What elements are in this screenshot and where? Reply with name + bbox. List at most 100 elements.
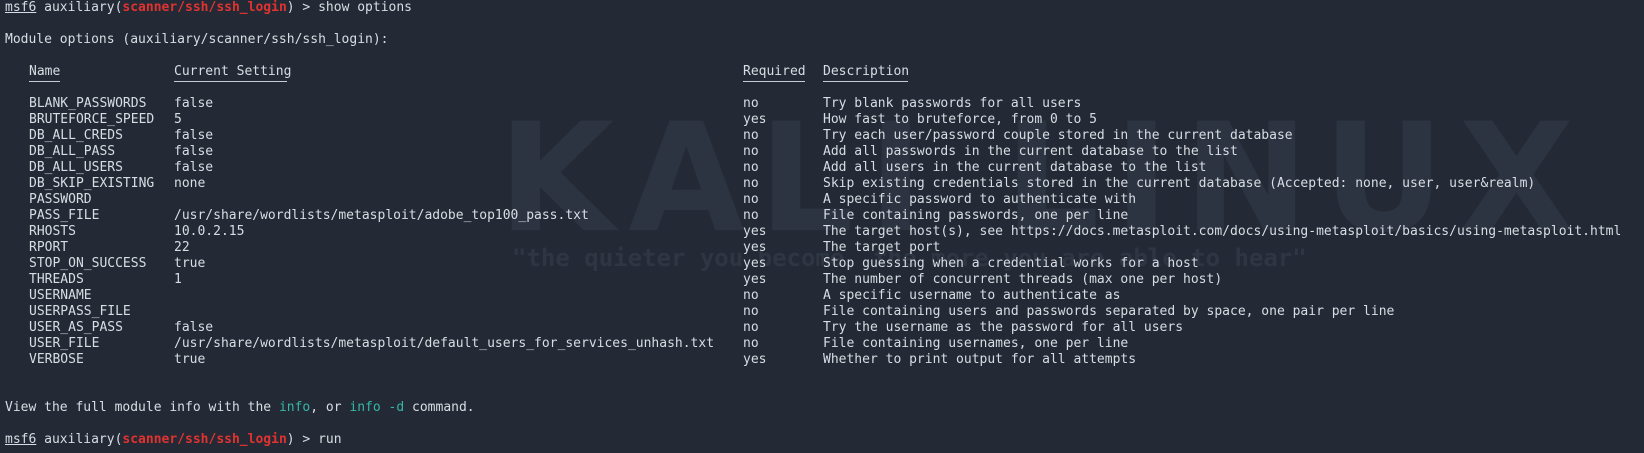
option-description: A specific username to authenticate as <box>823 288 1121 303</box>
option-description: How fast to bruteforce, from 0 to 5 <box>823 112 1097 127</box>
option-current-setting: false <box>174 160 214 175</box>
option-current-setting: /usr/share/wordlists/metasploit/adobe_to… <box>174 208 589 223</box>
option-required: no <box>743 176 759 191</box>
command-input[interactable]: run <box>318 432 341 447</box>
option-name: PASS_FILE <box>29 208 100 223</box>
option-row: STOP_ON_SUCCESS true yes Stop guessing when… <box>29 256 1621 272</box>
option-required: no <box>743 160 759 175</box>
option-name: DB_ALL_USERS <box>29 160 123 175</box>
option-current-setting <box>174 288 743 304</box>
option-description: Skip existing credentials stored in the … <box>823 176 1536 191</box>
header-underline-current <box>174 80 743 96</box>
option-description: Try the username as the password for all… <box>823 320 1184 335</box>
option-current-setting: /usr/share/wordlists/metasploit/default_… <box>174 336 715 351</box>
option-current-setting: false <box>174 320 214 335</box>
module-options-title: Module options (auxiliary/scanner/ssh/ss… <box>5 32 389 47</box>
prompt-suffix: ) > <box>286 432 319 447</box>
option-required: no <box>743 192 759 207</box>
option-name: THREADS <box>29 272 84 287</box>
option-description: A specific password to authenticate with <box>823 192 1137 207</box>
option-current-setting: 22 <box>174 240 190 255</box>
option-name: RHOSTS <box>29 224 76 239</box>
option-required: no <box>743 144 759 159</box>
command-text: show options <box>318 0 413 15</box>
option-row: USER_FILE/usr/share/wordlists/metasploit… <box>29 336 1621 352</box>
option-current-setting: true <box>174 256 206 271</box>
option-required: no <box>743 128 759 143</box>
option-required: no <box>743 320 759 335</box>
option-name: DB_SKIP_EXISTING <box>29 176 155 191</box>
option-name: USERNAME <box>29 288 92 303</box>
option-name: DB_ALL_PASS <box>29 144 116 159</box>
footer-info-line: View the full module info with the info,… <box>5 400 1644 416</box>
option-current-setting: 10.0.2.15 <box>174 224 245 239</box>
option-name: USERPASS_FILE <box>29 304 131 319</box>
option-description: The number of concurrent threads (max on… <box>823 272 1223 287</box>
option-name: DB_ALL_CREDS <box>29 128 123 143</box>
option-required: no <box>743 288 759 303</box>
option-description: Stop guessing when a credential works fo… <box>823 256 1199 271</box>
option-description: Add all users in the current database to… <box>823 160 1207 175</box>
option-description: Try each user/password couple stored in … <box>823 128 1293 143</box>
option-row: BLANK_PASSWORDS false no Try blank password… <box>29 96 1621 112</box>
option-required: no <box>743 304 759 319</box>
info-command-link: info <box>278 400 311 415</box>
option-required: yes <box>743 224 767 239</box>
option-required: yes <box>743 352 767 367</box>
header-description: Description <box>823 64 910 79</box>
prompt-msf: msf6 <box>5 0 37 15</box>
info-d-command-link: info -d <box>349 400 405 415</box>
option-name: BRUTEFORCE_SPEED <box>29 112 155 127</box>
header-underline-description <box>823 80 1621 96</box>
option-current-setting: 1 <box>174 272 182 287</box>
option-row: DB_ALL_PASS false no Add all passwords in t… <box>29 144 1621 160</box>
option-name: VERBOSE <box>29 352 84 367</box>
option-row: PASSWORD no A specific password to authent… <box>29 192 1621 208</box>
option-description: Whether to print output for all attempts <box>823 352 1137 367</box>
prompt-module: scanner/ssh/ssh_login <box>122 432 287 447</box>
footer-text-2: , or <box>310 400 350 415</box>
option-row: VERBOSE true yes Whether to print output fo… <box>29 352 1621 368</box>
option-required: yes <box>743 240 767 255</box>
option-description: File containing usernames, one per line <box>823 336 1129 351</box>
prompt-line-run[interactable]: msf6 auxiliary(scanner/ssh/ssh_login) > … <box>5 432 1644 448</box>
option-row: DB_ALL_CREDS false no Try each user/passwor… <box>29 128 1621 144</box>
option-required: no <box>743 208 759 223</box>
option-row: RPORT 22 yes The target port <box>29 240 1621 256</box>
terminal-window[interactable]: KALI LINUX "the quieter you become, the … <box>0 0 1644 453</box>
option-description: The target port <box>823 240 941 255</box>
option-name: STOP_ON_SUCCESS <box>29 256 147 271</box>
option-current-setting: 5 <box>174 112 182 127</box>
option-current-setting: false <box>174 144 214 159</box>
option-row: DB_ALL_USERS false no Add all users in the … <box>29 160 1621 176</box>
option-row: DB_SKIP_EXISTING none no Skip existing cred… <box>29 176 1621 192</box>
option-name: PASSWORD <box>29 192 92 207</box>
header-underline-required <box>743 80 823 96</box>
option-current-setting: false <box>174 96 214 111</box>
option-row: BRUTEFORCE_SPEED 5 yes How fast to brutefor… <box>29 112 1621 128</box>
option-row: THREADS 1 yes The number of concurrent thre… <box>29 272 1621 288</box>
option-row: USERNAME no A specific username to authent… <box>29 288 1621 304</box>
option-required: no <box>743 336 759 351</box>
option-row: RHOSTS 10.0.2.15 yes The target host(s), se… <box>29 224 1621 240</box>
option-description: The target host(s), see https://docs.met… <box>823 224 1622 239</box>
option-row: USER_AS_PASS false no Try the username as t… <box>29 320 1621 336</box>
option-name: BLANK_PASSWORDS <box>29 96 147 111</box>
options-table-body: BLANK_PASSWORDS false no Try blank password… <box>29 96 1621 368</box>
option-current-setting <box>174 192 743 208</box>
option-row: USERPASS_FILE no File containing users and… <box>29 304 1621 320</box>
footer-text-3: command. <box>404 400 475 415</box>
option-current-setting: none <box>174 176 206 191</box>
options-table: Name Current Setting Required Descriptio… <box>29 64 1621 368</box>
option-required: yes <box>743 112 767 127</box>
prompt-msf: msf6 <box>5 432 37 447</box>
header-underline-name <box>29 80 174 96</box>
option-name: RPORT <box>29 240 69 255</box>
option-description: Try blank passwords for all users <box>823 96 1082 111</box>
prompt-prefix: auxiliary( <box>36 432 123 447</box>
option-description: File containing passwords, one per line <box>823 208 1129 223</box>
option-required: no <box>743 96 759 111</box>
option-description: Add all passwords in the current databas… <box>823 144 1238 159</box>
terminal-output: msf6 auxiliary(scanner/ssh/ssh_login) > … <box>0 0 1644 448</box>
header-current-setting: Current Setting <box>174 64 292 79</box>
